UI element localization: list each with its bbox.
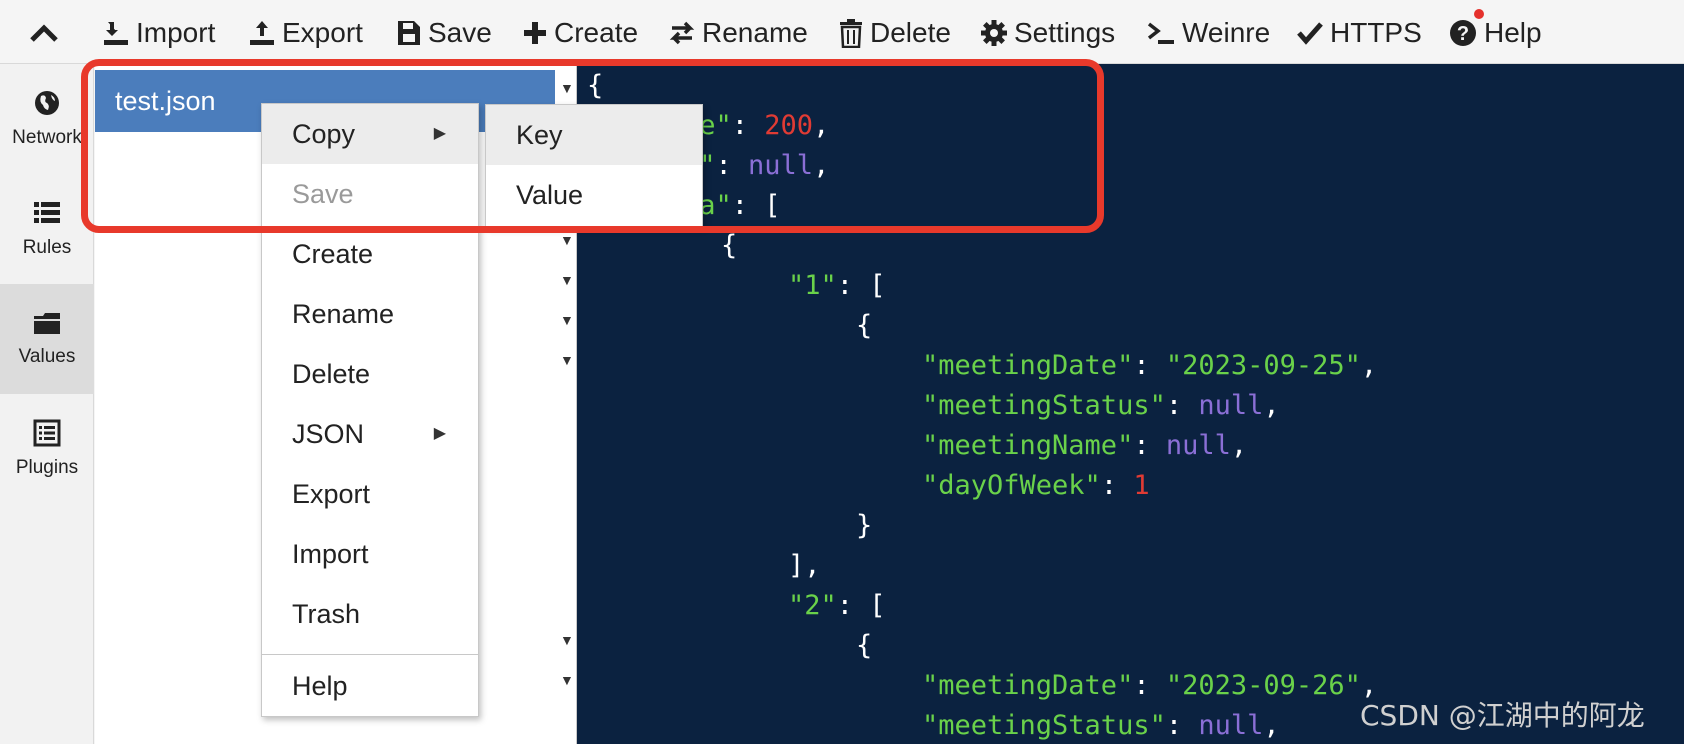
code-line: "meetingDate": "2023-09-26", bbox=[922, 670, 1378, 701]
create-label: Create bbox=[554, 17, 639, 48]
chevron-up-icon bbox=[30, 24, 58, 42]
json-editor[interactable]: { de": 200, g": null, ta": [ { "1": [ { … bbox=[577, 64, 1684, 744]
submenu-arrow-icon: ▶ bbox=[433, 425, 446, 442]
fold-toggle[interactable]: ▼ bbox=[560, 80, 574, 96]
fold-toggle[interactable]: ▼ bbox=[560, 672, 574, 688]
code-line: g": null, bbox=[683, 150, 830, 181]
menu-item-export[interactable]: Export bbox=[262, 464, 478, 524]
watermark: CSDN @江湖中的阿龙 bbox=[1360, 699, 1645, 732]
settings-label: Settings bbox=[1014, 17, 1116, 48]
export-label: Export bbox=[282, 17, 363, 48]
sidebar-item-plugins[interactable]: Plugins bbox=[0, 394, 94, 504]
globe-icon bbox=[35, 91, 59, 115]
folder-icon bbox=[34, 313, 60, 334]
plugin-list-icon bbox=[33, 419, 61, 447]
import-button[interactable]: Import bbox=[102, 12, 215, 54]
code-line: "2": [ bbox=[788, 590, 886, 621]
create-button[interactable]: Create bbox=[522, 12, 638, 54]
weinre-button[interactable]: Weinre bbox=[1146, 12, 1270, 54]
menu-item-rename[interactable]: Rename bbox=[262, 284, 478, 344]
help-label: Help bbox=[1484, 17, 1542, 48]
submenu-item-key[interactable]: Key bbox=[486, 105, 702, 165]
save-label: Save bbox=[428, 17, 492, 48]
gear-icon bbox=[981, 20, 1007, 46]
submenu-arrow-icon: ▶ bbox=[433, 125, 446, 142]
question-circle-icon: ? bbox=[1450, 20, 1476, 46]
code-line: } bbox=[856, 510, 873, 541]
terminal-icon bbox=[1147, 22, 1174, 44]
delete-button[interactable]: Delete bbox=[838, 12, 951, 54]
save-icon bbox=[398, 21, 420, 45]
code-line: { bbox=[856, 310, 873, 341]
weinre-label: Weinre bbox=[1182, 17, 1271, 48]
code-line: "1": [ bbox=[788, 270, 886, 301]
menu-item-save: Save bbox=[292, 179, 354, 209]
import-label: Import bbox=[136, 17, 216, 48]
menu-item-delete[interactable]: Delete bbox=[262, 344, 478, 404]
help-button[interactable]: ? Help bbox=[1448, 12, 1542, 54]
code-line: { bbox=[721, 230, 738, 261]
delete-label: Delete bbox=[870, 17, 951, 48]
sidebar-item-label: Network bbox=[12, 127, 82, 148]
code-line: de": 200, bbox=[683, 110, 830, 141]
import-icon bbox=[104, 22, 128, 45]
sidebar: Network Rules Values Plugins bbox=[0, 64, 94, 744]
code-line: "dayOfWeek": 1 bbox=[922, 470, 1150, 501]
fold-toggle[interactable]: ▼ bbox=[560, 272, 574, 288]
collapse-button[interactable] bbox=[24, 16, 64, 50]
save-button[interactable]: Save bbox=[396, 12, 492, 54]
code-line: { bbox=[587, 70, 604, 101]
sidebar-item-network[interactable]: Network bbox=[0, 64, 94, 174]
checkmark-icon bbox=[1297, 22, 1323, 45]
menu-item-create[interactable]: Create bbox=[262, 224, 478, 284]
code-line: "meetingStatus": null, bbox=[922, 390, 1280, 421]
sidebar-item-values[interactable]: Values bbox=[0, 284, 94, 394]
toolbar: Import Export Save Create Rename Delete … bbox=[0, 0, 1684, 64]
sidebar-item-label: Values bbox=[18, 346, 76, 367]
submenu-item-value[interactable]: Value bbox=[486, 165, 702, 225]
export-icon bbox=[250, 21, 274, 45]
code-line: "meetingName": null, bbox=[922, 430, 1248, 461]
plus-icon bbox=[524, 22, 546, 44]
context-menu: Copy ▶ Save Create Rename Delete JSON ▶ … bbox=[261, 103, 479, 717]
fold-toggle[interactable]: ▼ bbox=[560, 632, 574, 648]
sidebar-item-label: Plugins bbox=[15, 457, 79, 478]
code-line: "meetingDate": "2023-09-25", bbox=[922, 350, 1378, 381]
menu-item-copy[interactable]: Copy ▶ bbox=[262, 104, 478, 164]
list-icon bbox=[34, 202, 60, 223]
copy-submenu: Key Value bbox=[485, 104, 703, 227]
menu-item-import[interactable]: Import bbox=[262, 524, 478, 584]
fold-toggle[interactable]: ▼ bbox=[560, 232, 574, 248]
code-line: "meetingStatus": null, bbox=[922, 710, 1280, 741]
code-line: ], bbox=[788, 550, 821, 581]
notification-dot bbox=[1474, 9, 1484, 19]
fold-toggle[interactable]: ▼ bbox=[560, 312, 574, 328]
https-label: HTTPS bbox=[1330, 17, 1422, 48]
menu-item-trash[interactable]: Trash bbox=[262, 584, 478, 644]
sidebar-item-rules[interactable]: Rules bbox=[0, 174, 94, 284]
menu-divider bbox=[262, 654, 478, 655]
settings-button[interactable]: Settings bbox=[980, 12, 1115, 54]
https-button[interactable]: HTTPS bbox=[1296, 12, 1422, 54]
sidebar-item-label: Rules bbox=[22, 237, 72, 258]
fold-toggle[interactable]: ▼ bbox=[560, 352, 574, 368]
menu-item-json[interactable]: JSON ▶ bbox=[262, 404, 478, 464]
swap-arrows-icon bbox=[669, 21, 695, 45]
code-line: { bbox=[856, 630, 873, 661]
rename-label: Rename bbox=[702, 17, 808, 48]
export-button[interactable]: Export bbox=[248, 12, 363, 54]
trash-icon bbox=[840, 19, 862, 48]
menu-item-help[interactable]: Help bbox=[262, 656, 478, 716]
svg-text:?: ? bbox=[1457, 23, 1469, 45]
rename-button[interactable]: Rename bbox=[668, 12, 808, 54]
